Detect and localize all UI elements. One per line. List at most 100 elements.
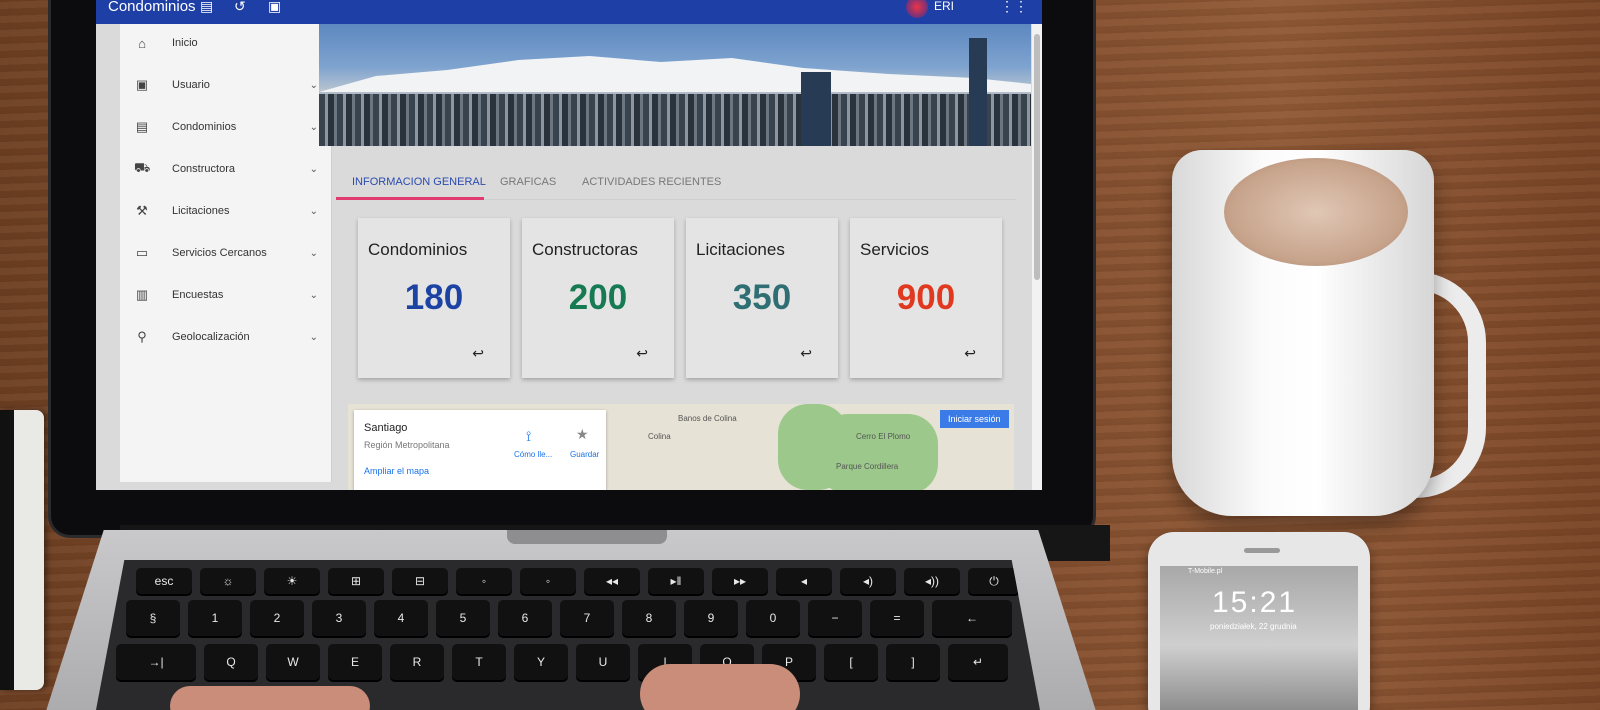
key[interactable]: § [126,600,180,636]
refresh-icon[interactable]: ↺ [234,0,246,15]
key[interactable]: →| [116,644,196,680]
sidebar-item-label: Inicio [172,37,198,49]
chevron-down-icon[interactable]: ⌄ [310,80,318,91]
scrollbar-thumb[interactable] [1034,34,1040,280]
sidebar-item-label: Licitaciones [172,205,230,217]
hand [640,664,800,710]
key[interactable]: U [576,644,630,680]
key[interactable]: = [870,600,924,636]
key[interactable]: E [328,644,382,680]
card-value: 180 [404,278,464,317]
save-link[interactable]: Guardar [570,450,599,459]
document-icon[interactable]: ▤ [200,0,213,15]
key[interactable]: 6 [498,600,552,636]
directions-icon[interactable]: ⟟ [526,428,531,445]
sidebar-item-usuario[interactable]: ▣ Usuario ⌄ [120,70,332,100]
key[interactable]: 8 [622,600,676,636]
key[interactable]: [ [824,644,878,680]
card-value: 200 [568,278,628,317]
key[interactable]: ◂) [840,568,896,594]
stat-card-licitaciones[interactable]: Licitaciones 350 ↩ [686,218,838,378]
stat-card-condominios[interactable]: Condominios 180 ↩ [358,218,510,378]
key[interactable]: ◦ [456,568,512,594]
key[interactable]: − [808,600,862,636]
key[interactable]: 7 [560,600,614,636]
key[interactable]: ◂)) [904,568,960,594]
sidebar-item-servicios-cercanos[interactable]: ▭ Servicios Cercanos ⌄ [120,238,332,268]
tab-graficas[interactable]: GRAFICAS [500,176,556,188]
key[interactable]: ☼ [200,568,256,594]
key[interactable]: ⏻ [968,568,1020,594]
gavel-icon: ⚒ [136,203,148,218]
key[interactable]: ↵ [948,644,1008,680]
skyscraper [969,38,987,146]
number-key-row: § 1 2 3 4 5 6 7 8 9 0 − = ← [126,600,1012,636]
embedded-map[interactable]: Banos de Colina Colina Cerro El Plomo Pa… [348,404,1014,490]
sidebar-item-geolocalizacion[interactable]: ⚲ Geolocalización ⌄ [120,322,332,352]
sidebar-item-inicio[interactable]: ⌂ Inicio [120,28,332,58]
contact-icon[interactable]: ▣ [268,0,281,15]
map-place-region: Región Metropolitana [364,440,450,450]
key[interactable]: 2 [250,600,304,636]
reply-icon[interactable]: ↩ [800,345,812,362]
chevron-down-icon[interactable]: ⌄ [310,122,318,133]
chevron-down-icon[interactable]: ⌄ [310,206,318,217]
chevron-down-icon[interactable]: ⌄ [310,290,318,301]
laptop-notch [507,530,668,544]
avatar[interactable] [906,0,928,18]
stat-card-servicios[interactable]: Servicios 900 ↩ [850,218,1002,378]
apps-grid-icon[interactable]: ⋮⋮ [1000,0,1028,15]
key[interactable]: Q [204,644,258,680]
key[interactable]: 1 [188,600,242,636]
sidebar-item-condominios[interactable]: ▤ Condominios ⌄ [120,112,332,142]
chart-icon: ▥ [135,287,149,302]
sidebar-item-label: Servicios Cercanos [172,247,267,259]
key[interactable]: ⊟ [392,568,448,594]
map-label: Parque Cordillera [836,462,899,471]
key[interactable]: ← [932,600,1012,636]
sidebar-item-constructora[interactable]: ⛟ Constructora ⌄ [120,154,332,184]
scrollbar[interactable] [1032,24,1042,490]
notebook-edge [0,410,44,690]
key[interactable]: ▸▸ [712,568,768,594]
star-icon[interactable]: ★ [576,426,589,443]
phone-clock: 15:21 [1212,586,1298,619]
key[interactable]: W [266,644,320,680]
key[interactable]: ] [886,644,940,680]
chevron-down-icon[interactable]: ⌄ [310,332,318,343]
reply-icon[interactable]: ↩ [964,345,976,362]
directions-link[interactable]: Cómo lle... [514,450,552,459]
skyscraper [801,72,831,146]
key[interactable]: 9 [684,600,738,636]
key[interactable]: T [452,644,506,680]
key[interactable]: 5 [436,600,490,636]
chevron-down-icon[interactable]: ⌄ [310,248,318,259]
key[interactable]: Y [514,644,568,680]
key[interactable]: ⊞ [328,568,384,594]
key[interactable]: ◂ [776,568,832,594]
key[interactable]: 4 [374,600,428,636]
key[interactable]: 0 [746,600,800,636]
reply-icon[interactable]: ↩ [636,345,648,362]
key[interactable]: R [390,644,444,680]
phone-carrier: T-Mobile.pl [1188,568,1223,575]
sidebar-item-label: Constructora [172,163,235,175]
key[interactable]: ▸‖ [648,568,704,594]
app-title: Condominios [108,0,196,15]
pin-icon: ⚲ [137,329,147,344]
tab-actividades-recientes[interactable]: ACTIVIDADES RECIENTES [582,176,721,188]
sidebar-item-licitaciones[interactable]: ⚒ Licitaciones ⌄ [120,196,332,226]
tab-informacion-general[interactable]: INFORMACION GENERAL [352,176,486,188]
card-value: 350 [732,278,792,317]
key[interactable]: ☀ [264,568,320,594]
key[interactable]: ◦ [520,568,576,594]
key[interactable]: ◂◂ [584,568,640,594]
key[interactable]: esc [136,568,192,594]
stat-card-constructoras[interactable]: Constructoras 200 ↩ [522,218,674,378]
sidebar-item-encuestas[interactable]: ▥ Encuestas ⌄ [120,280,332,310]
reply-icon[interactable]: ↩ [472,345,484,362]
signin-button[interactable]: Iniciar sesión [940,410,1009,428]
key[interactable]: 3 [312,600,366,636]
enlarge-map-link[interactable]: Ampliar el mapa [364,466,429,476]
chevron-down-icon[interactable]: ⌄ [310,164,318,175]
